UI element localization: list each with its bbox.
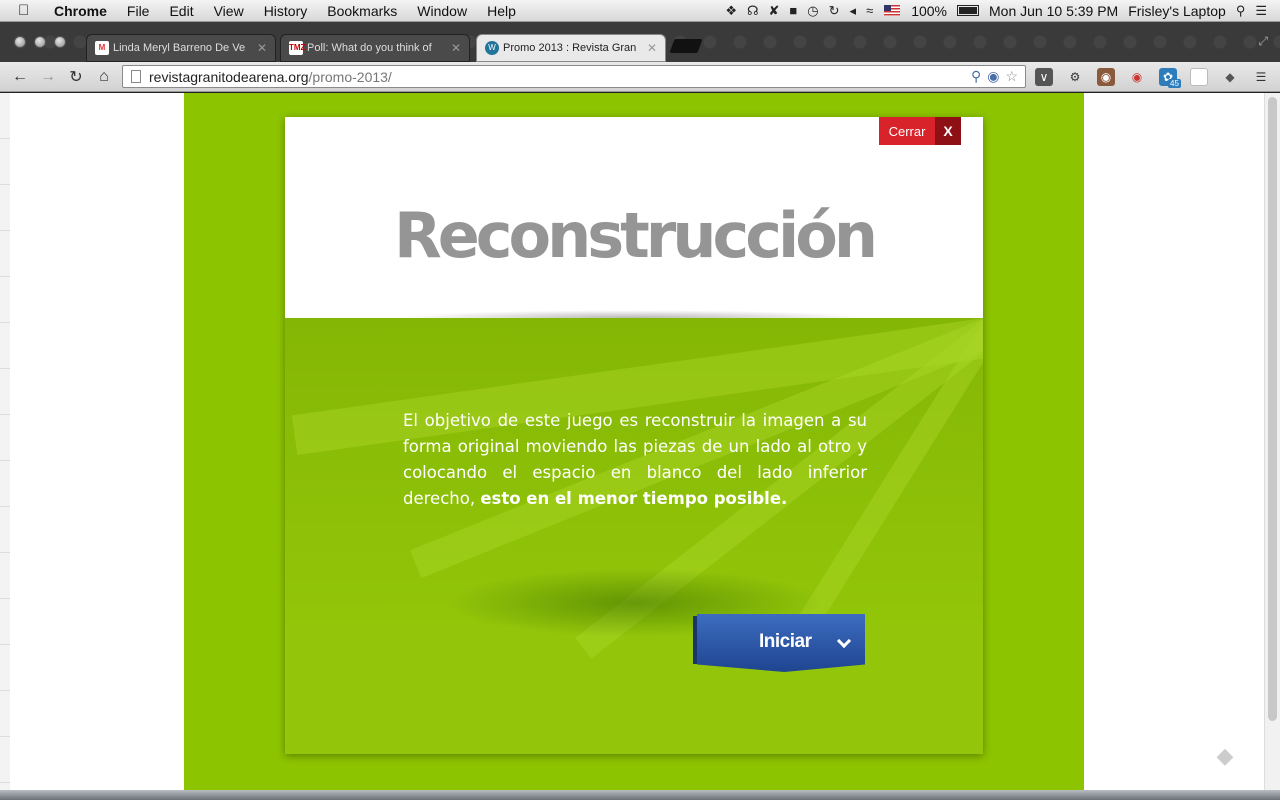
close-button[interactable]: Cerrar X: [879, 117, 961, 145]
instagram-icon[interactable]: ◉: [1097, 68, 1115, 86]
tab-title: Promo 2013 : Revista Gran: [503, 42, 637, 54]
notification-center-icon[interactable]: ☰: [1255, 3, 1267, 19]
left-page-strip: [0, 93, 10, 800]
close-icon: X: [935, 117, 961, 145]
user-name[interactable]: Frisley's Laptop: [1128, 3, 1226, 19]
window-zoom-button[interactable]: [54, 36, 66, 48]
macos-menu-bar:  Chrome File Edit View History Bookmark…: [0, 0, 1280, 22]
menu-edit[interactable]: Edit: [159, 3, 203, 19]
onepassword-icon[interactable]: ■: [789, 3, 797, 18]
modal-body: El objetivo de este juego es reconstruir…: [285, 318, 983, 754]
menu-history[interactable]: History: [254, 3, 318, 19]
dropbox-icon[interactable]: ❖: [725, 3, 737, 19]
chrome-menu-icon[interactable]: ☰: [1252, 68, 1270, 86]
battery-icon[interactable]: [957, 5, 980, 16]
color-picker-icon[interactable]: ◉: [1128, 68, 1146, 86]
menu-window[interactable]: Window: [407, 3, 477, 19]
wordpress-icon: W: [485, 41, 499, 55]
pocket-icon[interactable]: ∨: [1035, 68, 1053, 86]
menu-extras: ❖ ☊ ✘ ■ ◷ ↻ ◂ ≈ 100% Mon Jun 10 5:39 PM …: [720, 3, 1280, 19]
menu-view[interactable]: View: [204, 3, 254, 19]
bookmark-star-icon[interactable]: ☆: [1005, 68, 1018, 85]
menu-bookmarks[interactable]: Bookmarks: [317, 3, 407, 19]
window-minimize-button[interactable]: [34, 36, 46, 48]
modal-title: Reconstrucción: [393, 199, 878, 272]
menu-app-name[interactable]: Chrome: [42, 3, 117, 19]
tmz-icon: TMZ: [289, 41, 305, 55]
tab-close-icon[interactable]: ✕: [257, 41, 267, 55]
page-viewport: Reconstrucción Cerrar X El objetivo de e…: [0, 93, 1280, 800]
game-modal: Reconstrucción Cerrar X El objetivo de e…: [285, 117, 983, 754]
tab-poll[interactable]: TMZ Poll: What do you think of ✕: [280, 34, 470, 62]
page-icon: [131, 70, 141, 83]
wordpress-extension-icon[interactable]: ◉: [987, 68, 999, 85]
tab-strip: M Linda Meryl Barreno De Ve ✕ TMZ Poll: …: [0, 22, 1280, 62]
sync-icon[interactable]: ↻: [829, 3, 840, 19]
settings-gear-icon[interactable]: ⚙: [1066, 68, 1084, 86]
vertical-scrollbar[interactable]: [1264, 93, 1280, 790]
start-label: Iniciar: [759, 631, 812, 652]
green-page-background: Reconstrucción Cerrar X El objetivo de e…: [184, 93, 1084, 790]
dock-edge: [0, 790, 1280, 800]
browser-toolbar: ← → ↻ ⌂ revistagranitodearena.org /promo…: [0, 62, 1280, 92]
forward-button[interactable]: →: [34, 68, 62, 86]
address-bar[interactable]: revistagranitodearena.org /promo-2013/ ⚲…: [122, 65, 1026, 88]
feedly-extension-icon[interactable]: ◆: [1221, 68, 1239, 86]
url-path: /promo-2013/: [308, 68, 392, 85]
new-tab-button[interactable]: [669, 39, 703, 53]
menu-file[interactable]: File: [117, 3, 160, 19]
crossover-icon[interactable]: ✘: [769, 3, 780, 19]
apple-icon[interactable]: : [18, 2, 42, 19]
reload-button[interactable]: ↻: [62, 67, 90, 87]
timemachine-icon[interactable]: ◷: [807, 3, 818, 19]
gmail-icon: M: [95, 41, 109, 55]
blank-extension-icon[interactable]: [1190, 68, 1208, 86]
description-emphasis: esto en el menor tiempo posible.: [480, 489, 788, 508]
battery-percent[interactable]: 100%: [911, 3, 947, 19]
notification-count-badge: 45: [1168, 79, 1181, 88]
url-domain: revistagranitodearena.org: [149, 68, 309, 85]
headphones-icon[interactable]: ☊: [747, 3, 759, 19]
tab-gmail[interactable]: M Linda Meryl Barreno De Ve ✕: [86, 34, 276, 62]
spotlight-search-icon[interactable]: ⚲: [1236, 3, 1246, 19]
tab-promo-2013[interactable]: W Promo 2013 : Revista Gran ✕: [476, 34, 666, 62]
game-description: El objetivo de este juego es reconstruir…: [403, 408, 867, 512]
clock[interactable]: Mon Jun 10 5:39 PM: [989, 3, 1118, 19]
tab-close-icon[interactable]: ✕: [647, 41, 657, 55]
us-flag-icon[interactable]: [884, 5, 901, 16]
close-label: Cerrar: [879, 117, 935, 145]
home-button[interactable]: ⌂: [90, 68, 118, 86]
feedly-float-icon[interactable]: ◆: [1214, 745, 1236, 767]
menu-help[interactable]: Help: [477, 3, 526, 19]
start-button[interactable]: Iniciar: [693, 614, 865, 674]
tab-title: Poll: What do you think of: [307, 42, 432, 54]
tab-close-icon[interactable]: ✕: [451, 41, 461, 55]
tab-title: Linda Meryl Barreno De Ve: [113, 42, 246, 54]
back-button[interactable]: ←: [6, 68, 34, 86]
wifi-icon[interactable]: ≈: [866, 3, 873, 18]
scrollbar-thumb[interactable]: [1268, 97, 1277, 721]
volume-icon[interactable]: ◂: [850, 3, 857, 19]
modal-header: Reconstrucción Cerrar X: [285, 117, 983, 326]
window-close-button[interactable]: [14, 36, 26, 48]
restore-window-icon[interactable]: ⤢: [1258, 34, 1268, 49]
search-page-icon[interactable]: ⚲: [971, 68, 981, 85]
